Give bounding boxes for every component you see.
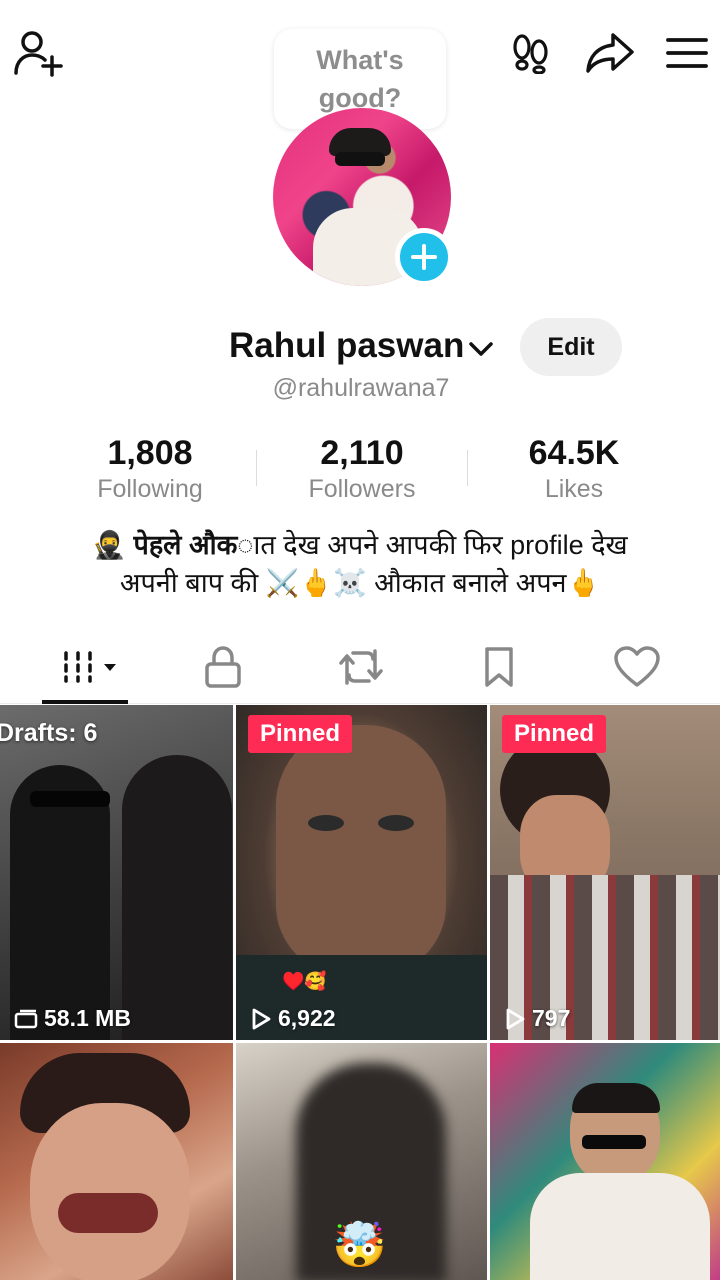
drafts-icon (14, 1009, 38, 1028)
play-icon (252, 1008, 271, 1029)
lock-icon (205, 646, 241, 688)
video-tile-footer: 6,922 (250, 1005, 336, 1032)
face-shape (30, 1103, 190, 1280)
grid-columns-icon (64, 651, 116, 683)
videos-grid-tab[interactable] (42, 630, 142, 704)
hair (572, 1083, 660, 1113)
play-icon (506, 1008, 525, 1029)
chevron-down-icon[interactable] (466, 334, 496, 364)
repost-icon (339, 649, 383, 685)
top-bar: What's good? (0, 0, 720, 154)
favorites-tab[interactable] (449, 630, 549, 704)
bookmark-icon (485, 647, 513, 687)
bio-line-1: 🥷 पेहले औकात देख अपने आपकी फिर profile द… (20, 526, 700, 564)
stat-following[interactable]: 1,808 Following (40, 432, 260, 504)
eye (308, 815, 344, 831)
add-story-plus-icon[interactable] (395, 228, 453, 286)
mouth (58, 1193, 158, 1233)
private-tab[interactable] (173, 630, 273, 704)
bio: 🥷 पेहले औकात देख अपने आपकी फिर profile द… (20, 526, 700, 602)
stat-value: 64.5K (528, 434, 620, 472)
menu-icon[interactable] (660, 28, 714, 78)
view-count: 797 (532, 1005, 571, 1031)
drafts-size: 58.1 MB (44, 1005, 131, 1031)
sunglasses (582, 1135, 646, 1149)
video-tile-footer: 58.1 MB (14, 1005, 131, 1032)
footprints-icon[interactable] (504, 28, 558, 78)
shirt (530, 1173, 710, 1280)
drafts-count-label: Drafts: 6 (0, 719, 98, 747)
username-handle: @rahulrawana7 (272, 374, 450, 402)
video-tile-pinned[interactable]: Pinned ♥️🥰 6,922 (236, 705, 487, 1040)
stat-likes[interactable]: 64.5K Likes (464, 432, 684, 504)
video-tile-drafts[interactable]: Drafts: 6 58.1 MB (0, 705, 233, 1040)
stat-value: 2,110 (320, 434, 404, 472)
content-tabs (0, 630, 720, 704)
stats-row: 1,808 Following 2,110 Followers 64.5K Li… (0, 432, 720, 512)
pinned-badge: Pinned (248, 715, 353, 753)
liked-tab[interactable] (587, 630, 687, 704)
video-tile[interactable] (490, 1043, 720, 1280)
edit-profile-button[interactable]: Edit (520, 318, 622, 376)
pinned-badge: Pinned (502, 715, 607, 753)
stat-followers[interactable]: 2,110 Followers (252, 432, 472, 504)
heart-icon (614, 646, 660, 687)
avatar-glasses (335, 152, 385, 166)
video-tile-pinned[interactable]: Pinned 797 (490, 705, 720, 1040)
view-count: 6,922 (278, 1005, 336, 1031)
stat-label: Following (97, 475, 203, 503)
sunglasses (30, 791, 110, 807)
bio-bold-text: पेहले औक (133, 530, 238, 560)
overlay-emoji: 🤯 (332, 1221, 387, 1270)
name-row: Rahul paswan Edit (0, 318, 720, 378)
stat-value: 1,808 (107, 434, 193, 472)
video-tile[interactable]: 🤯 (236, 1043, 487, 1280)
video-grid: Drafts: 6 58.1 MB Pinned ♥️🥰 6,922 Pinne… (0, 705, 720, 1280)
video-tile-footer: 797 (504, 1005, 570, 1032)
add-friend-icon[interactable] (10, 28, 66, 78)
reposts-tab[interactable] (311, 630, 411, 704)
figure-silhouette (122, 755, 232, 1040)
bio-emoji: 🥷 (92, 530, 126, 560)
stat-label: Likes (544, 475, 604, 503)
overlay-emoji: ♥️🥰 (282, 971, 327, 991)
profile-name[interactable]: Rahul paswan (229, 326, 464, 366)
eye (378, 815, 414, 831)
active-tab-indicator (42, 700, 128, 704)
bio-text: ात देख अपने आपकी फिर profile देख (237, 530, 628, 560)
face-shape (276, 725, 446, 975)
share-icon[interactable] (582, 28, 638, 78)
status-prompt-text: What's good? (316, 45, 404, 113)
bio-line-2: अपनी बाप की ⚔️🖕☠️ औकात बनाले अपन🖕 (119, 568, 601, 598)
video-tile[interactable] (0, 1043, 233, 1280)
stat-label: Followers (308, 475, 416, 503)
profile-page: What's good? Rahul paswan Edit @rahulraw… (0, 0, 720, 1280)
